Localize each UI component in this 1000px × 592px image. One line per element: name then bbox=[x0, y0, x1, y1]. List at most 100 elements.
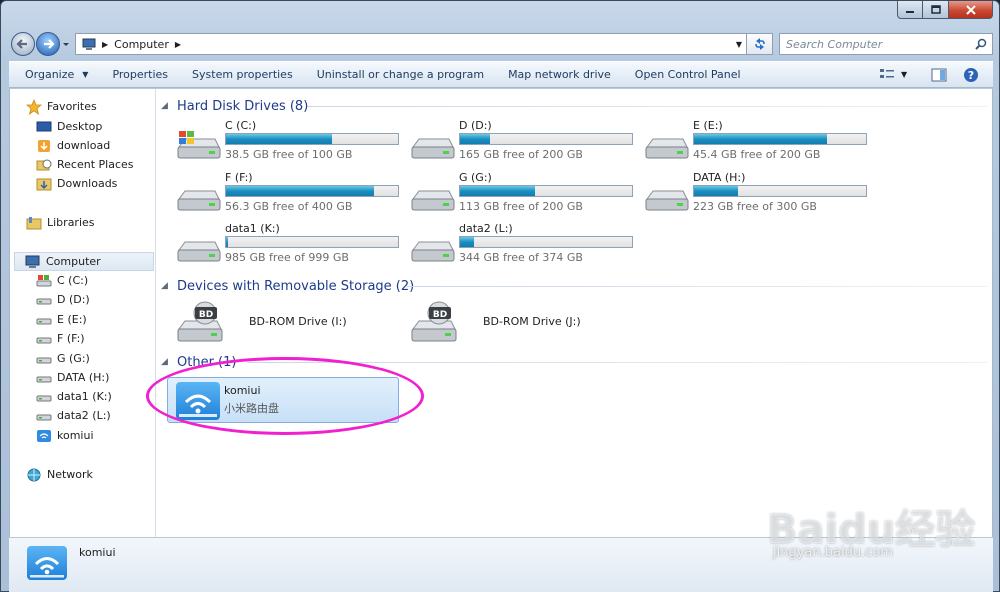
recent-pages-dropdown[interactable] bbox=[61, 38, 71, 50]
star-icon bbox=[26, 98, 42, 115]
nav-drive-h[interactable]: DATA (H:) bbox=[36, 368, 109, 387]
forward-button[interactable] bbox=[36, 32, 60, 56]
breadcrumb-computer[interactable]: Computer bbox=[114, 38, 169, 51]
preview-pane-button[interactable] bbox=[931, 68, 947, 85]
system-properties-button[interactable]: System properties bbox=[180, 61, 305, 88]
hard-drive-icon bbox=[409, 181, 455, 213]
group-header-removable[interactable]: ◢ Devices with Removable Storage (2) bbox=[161, 276, 414, 296]
drive-usage-fill bbox=[226, 237, 229, 247]
chevron-down-icon: ▼ bbox=[901, 69, 908, 79]
bd-badge-label: BD bbox=[433, 310, 447, 320]
nav-desktop-label: Desktop bbox=[57, 120, 103, 133]
search-input[interactable]: Search Computer bbox=[779, 33, 993, 55]
organize-button[interactable]: Organize ▼ bbox=[9, 61, 100, 88]
drive-tile[interactable]: DATA (H:) 223 GB free of 300 GB bbox=[635, 171, 867, 217]
nav-computer-label: Computer bbox=[46, 255, 101, 268]
group-title-hard-disk: Hard Disk Drives (8) bbox=[177, 98, 309, 114]
nav-download-label: download bbox=[57, 139, 111, 152]
drive-usage-bar bbox=[225, 185, 399, 197]
highlight-annotation-ellipse bbox=[146, 357, 424, 435]
nav-komiui[interactable]: komiui bbox=[36, 426, 94, 445]
open-control-panel-button[interactable]: Open Control Panel bbox=[623, 61, 753, 88]
bd-rom-drive-icon: BD bbox=[409, 301, 459, 348]
drive-tile[interactable]: C (C:) 38.5 GB free of 100 GB bbox=[167, 119, 399, 165]
drive-name: data2 (L:) bbox=[459, 222, 513, 235]
group-header-hard-disk[interactable]: ◢ Hard Disk Drives (8) bbox=[161, 96, 308, 116]
bd-rom-drive-tile[interactable]: BD BD-ROM Drive (J:) bbox=[401, 301, 631, 345]
view-icon bbox=[880, 69, 894, 78]
refresh-icon bbox=[754, 38, 765, 50]
address-bar[interactable]: ▶ Computer ▶ ▼ bbox=[75, 33, 747, 55]
nav-computer[interactable]: Computer bbox=[14, 252, 154, 271]
nav-drive-g-label: G (G:) bbox=[57, 352, 90, 365]
drive-usage-fill bbox=[226, 134, 332, 144]
drive-free-space: 56.3 GB free of 400 GB bbox=[225, 200, 353, 213]
nav-recent-places[interactable]: Recent Places bbox=[36, 155, 134, 174]
explorer-window: ▶ Computer ▶ ▼ Search Computer Organize … bbox=[0, 0, 1000, 592]
computer-icon bbox=[82, 38, 96, 50]
wifi-drive-icon bbox=[36, 428, 52, 444]
collapse-chevron-icon[interactable]: ◢ bbox=[161, 281, 171, 291]
uninstall-program-button[interactable]: Uninstall or change a program bbox=[305, 61, 496, 88]
properties-button[interactable]: Properties bbox=[100, 61, 180, 88]
collapse-chevron-icon[interactable]: ◢ bbox=[161, 357, 171, 367]
drive-tile[interactable]: data1 (K:) 985 GB free of 999 GB bbox=[167, 222, 399, 268]
wifi-drive-icon bbox=[27, 546, 67, 580]
nav-drive-l[interactable]: data2 (L:) bbox=[36, 406, 111, 425]
nav-download[interactable]: download bbox=[36, 136, 110, 155]
nav-drive-c[interactable]: C (C:) bbox=[36, 271, 88, 290]
nav-downloads[interactable]: Downloads bbox=[36, 174, 117, 193]
nav-libraries[interactable]: Libraries bbox=[26, 213, 95, 232]
view-options-button[interactable]: ▼ bbox=[879, 67, 907, 81]
group-title-removable: Devices with Removable Storage (2) bbox=[177, 278, 415, 294]
maximize-icon bbox=[930, 5, 941, 14]
details-pane: komiui bbox=[9, 537, 993, 592]
hard-drive-icon bbox=[409, 232, 455, 264]
group-divider bbox=[307, 106, 987, 107]
forward-arrow-icon bbox=[44, 39, 55, 49]
nav-favorites[interactable]: Favorites bbox=[26, 97, 97, 116]
drive-tile[interactable]: F (F:) 56.3 GB free of 400 GB bbox=[167, 171, 399, 217]
collapse-chevron-icon[interactable]: ◢ bbox=[161, 101, 171, 111]
help-button[interactable]: ? bbox=[963, 67, 979, 86]
minimize-button[interactable] bbox=[897, 1, 923, 19]
nav-drive-f[interactable]: F (F:) bbox=[36, 329, 85, 348]
hard-drive-icon bbox=[175, 181, 221, 213]
drive-tile[interactable]: E (E:) 45.4 GB free of 200 GB bbox=[635, 119, 867, 165]
breadcrumb-separator-icon[interactable]: ▶ bbox=[175, 40, 181, 49]
drive-usage-fill bbox=[694, 134, 827, 144]
nav-drive-e[interactable]: E (E:) bbox=[36, 310, 87, 329]
hard-drive-icon bbox=[175, 232, 221, 264]
hard-drive-icon bbox=[643, 181, 689, 213]
refresh-button[interactable] bbox=[747, 33, 773, 55]
group-divider bbox=[407, 286, 987, 287]
hard-drive-icon bbox=[409, 129, 455, 161]
desktop-icon bbox=[36, 119, 52, 135]
bd-rom-drive-tile[interactable]: BD BD-ROM Drive (I:) bbox=[167, 301, 397, 345]
maximize-button[interactable] bbox=[923, 1, 949, 19]
nav-network[interactable]: Network bbox=[26, 465, 93, 484]
bd-rom-drive-icon: BD bbox=[175, 301, 225, 348]
drive-free-space: 38.5 GB free of 100 GB bbox=[225, 148, 353, 161]
drive-tile[interactable]: D (D:) 165 GB free of 200 GB bbox=[401, 119, 633, 165]
map-network-drive-button[interactable]: Map network drive bbox=[496, 61, 623, 88]
nav-drive-d[interactable]: D (D:) bbox=[36, 290, 90, 309]
nav-drive-k[interactable]: data1 (K:) bbox=[36, 387, 112, 406]
address-dropdown-icon[interactable]: ▼ bbox=[736, 40, 742, 49]
search-placeholder: Search Computer bbox=[786, 37, 883, 51]
close-button[interactable] bbox=[949, 1, 993, 19]
file-list-pane: ◢ Hard Disk Drives (8) C (C:) 38.5 GB fre… bbox=[146, 89, 992, 537]
nav-desktop[interactable]: Desktop bbox=[36, 117, 102, 136]
content-area: Favorites Desktop download Recent Places… bbox=[9, 89, 993, 537]
drive-usage-fill bbox=[460, 237, 474, 247]
drive-free-space: 165 GB free of 200 GB bbox=[459, 148, 583, 161]
drive-name: D (D:) bbox=[459, 119, 492, 132]
breadcrumb-separator-icon[interactable]: ▶ bbox=[102, 40, 108, 49]
drive-tile[interactable]: data2 (L:) 344 GB free of 374 GB bbox=[401, 222, 633, 268]
drive-tile[interactable]: G (G:) 113 GB free of 200 GB bbox=[401, 171, 633, 217]
nav-drive-g[interactable]: G (G:) bbox=[36, 349, 90, 368]
back-button[interactable] bbox=[11, 32, 35, 56]
organize-label: Organize bbox=[25, 68, 75, 81]
search-icon[interactable] bbox=[975, 38, 987, 50]
chevron-down-icon: ▼ bbox=[82, 70, 89, 79]
